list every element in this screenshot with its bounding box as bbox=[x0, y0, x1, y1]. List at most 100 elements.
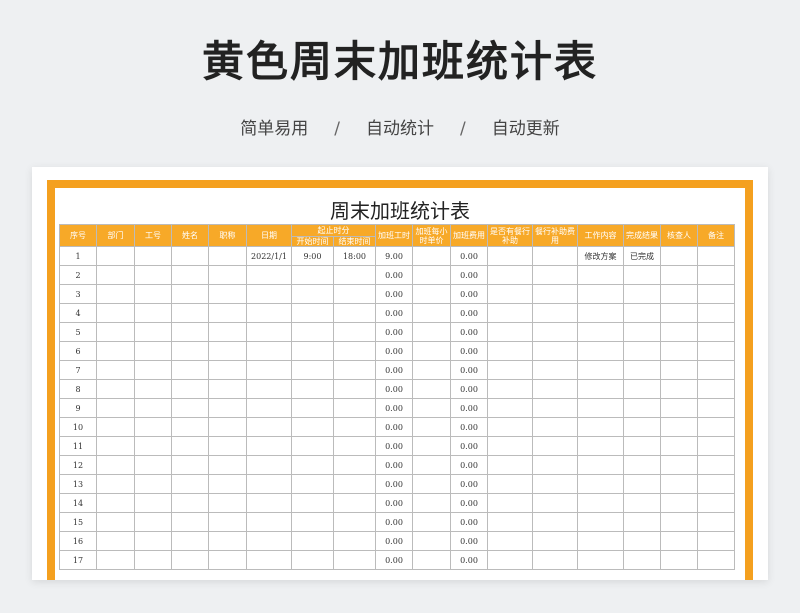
cell-rate[interactable] bbox=[412, 474, 451, 494]
cell-emp-id[interactable] bbox=[134, 417, 172, 437]
cell-remark[interactable] bbox=[697, 322, 735, 342]
cell-meal[interactable] bbox=[532, 512, 578, 532]
cell-remark[interactable] bbox=[697, 265, 735, 285]
cell-content[interactable] bbox=[577, 398, 624, 418]
cell-seq[interactable]: 8 bbox=[59, 379, 97, 399]
cell-remark[interactable] bbox=[697, 341, 735, 361]
cell-result[interactable] bbox=[623, 265, 661, 285]
cell-date[interactable] bbox=[246, 379, 292, 399]
cell-name[interactable] bbox=[171, 360, 209, 380]
cell-name[interactable] bbox=[171, 341, 209, 361]
cell-seq[interactable]: 13 bbox=[59, 474, 97, 494]
cell-end[interactable] bbox=[333, 531, 376, 551]
cell-has-allowance[interactable] bbox=[487, 379, 533, 399]
cell-emp-id[interactable] bbox=[134, 246, 172, 266]
cell-reviewer[interactable] bbox=[660, 322, 698, 342]
cell-dept[interactable] bbox=[96, 398, 135, 418]
cell-ot-hours[interactable]: 0.00 bbox=[375, 417, 413, 437]
cell-fee[interactable]: 0.00 bbox=[450, 531, 488, 551]
cell-reviewer[interactable] bbox=[660, 474, 698, 494]
cell-seq[interactable]: 2 bbox=[59, 265, 97, 285]
cell-start[interactable] bbox=[291, 512, 334, 532]
cell-reviewer[interactable] bbox=[660, 417, 698, 437]
cell-end[interactable] bbox=[333, 360, 376, 380]
cell-reviewer[interactable] bbox=[660, 531, 698, 551]
cell-seq[interactable]: 9 bbox=[59, 398, 97, 418]
cell-has-allowance[interactable] bbox=[487, 417, 533, 437]
cell-fee[interactable]: 0.00 bbox=[450, 322, 488, 342]
cell-emp-id[interactable] bbox=[134, 493, 172, 513]
cell-meal[interactable] bbox=[532, 284, 578, 304]
cell-date[interactable] bbox=[246, 360, 292, 380]
cell-name[interactable] bbox=[171, 531, 209, 551]
cell-result[interactable] bbox=[623, 455, 661, 475]
cell-rate[interactable] bbox=[412, 341, 451, 361]
cell-emp-id[interactable] bbox=[134, 512, 172, 532]
cell-dept[interactable] bbox=[96, 322, 135, 342]
cell-start[interactable] bbox=[291, 398, 334, 418]
cell-dept[interactable] bbox=[96, 379, 135, 399]
cell-name[interactable] bbox=[171, 550, 209, 570]
cell-seq[interactable]: 1 bbox=[59, 246, 97, 266]
cell-name[interactable] bbox=[171, 417, 209, 437]
cell-rate[interactable] bbox=[412, 436, 451, 456]
cell-start[interactable] bbox=[291, 341, 334, 361]
cell-rate[interactable] bbox=[412, 493, 451, 513]
cell-ot-hours[interactable]: 0.00 bbox=[375, 379, 413, 399]
cell-has-allowance[interactable] bbox=[487, 474, 533, 494]
cell-end[interactable] bbox=[333, 417, 376, 437]
cell-end[interactable] bbox=[333, 284, 376, 304]
cell-dept[interactable] bbox=[96, 531, 135, 551]
cell-start[interactable]: 9:00 bbox=[291, 246, 334, 266]
cell-remark[interactable] bbox=[697, 360, 735, 380]
cell-reviewer[interactable] bbox=[660, 246, 698, 266]
cell-emp-id[interactable] bbox=[134, 265, 172, 285]
cell-end[interactable] bbox=[333, 303, 376, 323]
cell-result[interactable] bbox=[623, 379, 661, 399]
cell-content[interactable] bbox=[577, 531, 624, 551]
cell-date[interactable] bbox=[246, 303, 292, 323]
cell-reviewer[interactable] bbox=[660, 398, 698, 418]
cell-result[interactable]: 已完成 bbox=[623, 246, 661, 266]
cell-start[interactable] bbox=[291, 379, 334, 399]
cell-seq[interactable]: 15 bbox=[59, 512, 97, 532]
cell-has-allowance[interactable] bbox=[487, 436, 533, 456]
cell-emp-id[interactable] bbox=[134, 550, 172, 570]
cell-has-allowance[interactable] bbox=[487, 284, 533, 304]
cell-name[interactable] bbox=[171, 455, 209, 475]
cell-ot-hours[interactable]: 0.00 bbox=[375, 398, 413, 418]
cell-meal[interactable] bbox=[532, 398, 578, 418]
cell-end[interactable] bbox=[333, 322, 376, 342]
cell-start[interactable] bbox=[291, 265, 334, 285]
cell-fee[interactable]: 0.00 bbox=[450, 436, 488, 456]
cell-content[interactable] bbox=[577, 360, 624, 380]
cell-seq[interactable]: 14 bbox=[59, 493, 97, 513]
cell-result[interactable] bbox=[623, 493, 661, 513]
cell-result[interactable] bbox=[623, 474, 661, 494]
cell-fee[interactable]: 0.00 bbox=[450, 550, 488, 570]
cell-has-allowance[interactable] bbox=[487, 265, 533, 285]
cell-dept[interactable] bbox=[96, 246, 135, 266]
cell-end[interactable] bbox=[333, 512, 376, 532]
cell-position[interactable] bbox=[208, 379, 247, 399]
cell-date[interactable] bbox=[246, 284, 292, 304]
cell-date[interactable] bbox=[246, 474, 292, 494]
cell-dept[interactable] bbox=[96, 360, 135, 380]
cell-rate[interactable] bbox=[412, 360, 451, 380]
cell-rate[interactable] bbox=[412, 322, 451, 342]
cell-content[interactable]: 修改方案 bbox=[577, 246, 624, 266]
cell-content[interactable] bbox=[577, 341, 624, 361]
cell-meal[interactable] bbox=[532, 265, 578, 285]
cell-meal[interactable] bbox=[532, 493, 578, 513]
cell-remark[interactable] bbox=[697, 379, 735, 399]
cell-reviewer[interactable] bbox=[660, 493, 698, 513]
cell-date[interactable] bbox=[246, 455, 292, 475]
cell-start[interactable] bbox=[291, 303, 334, 323]
cell-start[interactable] bbox=[291, 550, 334, 570]
cell-result[interactable] bbox=[623, 360, 661, 380]
cell-has-allowance[interactable] bbox=[487, 550, 533, 570]
cell-content[interactable] bbox=[577, 379, 624, 399]
cell-dept[interactable] bbox=[96, 455, 135, 475]
cell-dept[interactable] bbox=[96, 474, 135, 494]
cell-name[interactable] bbox=[171, 284, 209, 304]
